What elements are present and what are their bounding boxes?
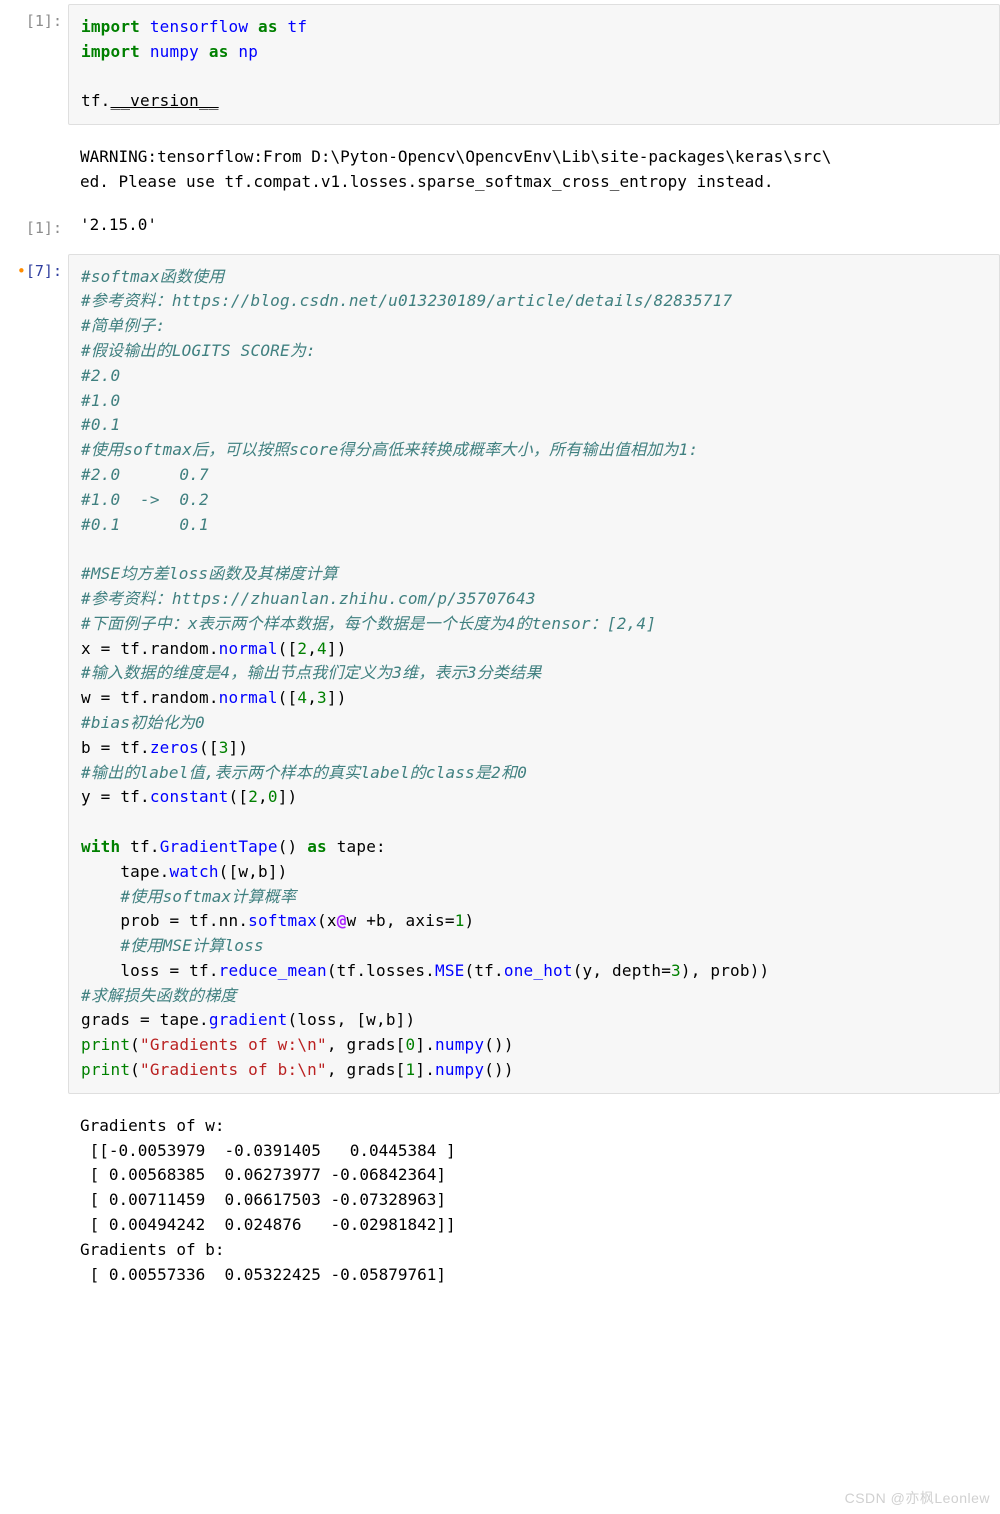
cell1-result: '2.15.0' — [68, 207, 1000, 250]
watermark: CSDN @亦枫Leonlew — [845, 1488, 990, 1510]
output-cell-1: [1]: '2.15.0' — [0, 207, 1000, 250]
output-prompt-1: [1]: — [0, 207, 68, 240]
cell1-stderr: WARNING:tensorflow:From D:\Pyton-Opencv\… — [68, 139, 1000, 207]
input-prompt-1: [1]: — [0, 0, 68, 33]
cell2-stdout: Gradients of w: [[-0.0053979 -0.0391405 … — [68, 1108, 1000, 1300]
code-input-2[interactable]: #softmax函数使用 #参考资料：https://blog.csdn.net… — [68, 254, 1000, 1094]
input-prompt-2: •[7]: — [0, 250, 68, 283]
unsaved-indicator-icon: • — [17, 262, 26, 280]
code-input-1[interactable]: import tensorflow as tf import numpy as … — [68, 4, 1000, 125]
code-cell-2: •[7]: #softmax函数使用 #参考资料：https://blog.cs… — [0, 250, 1000, 1300]
code-cell-1: [1]: import tensorflow as tf import nump… — [0, 0, 1000, 207]
